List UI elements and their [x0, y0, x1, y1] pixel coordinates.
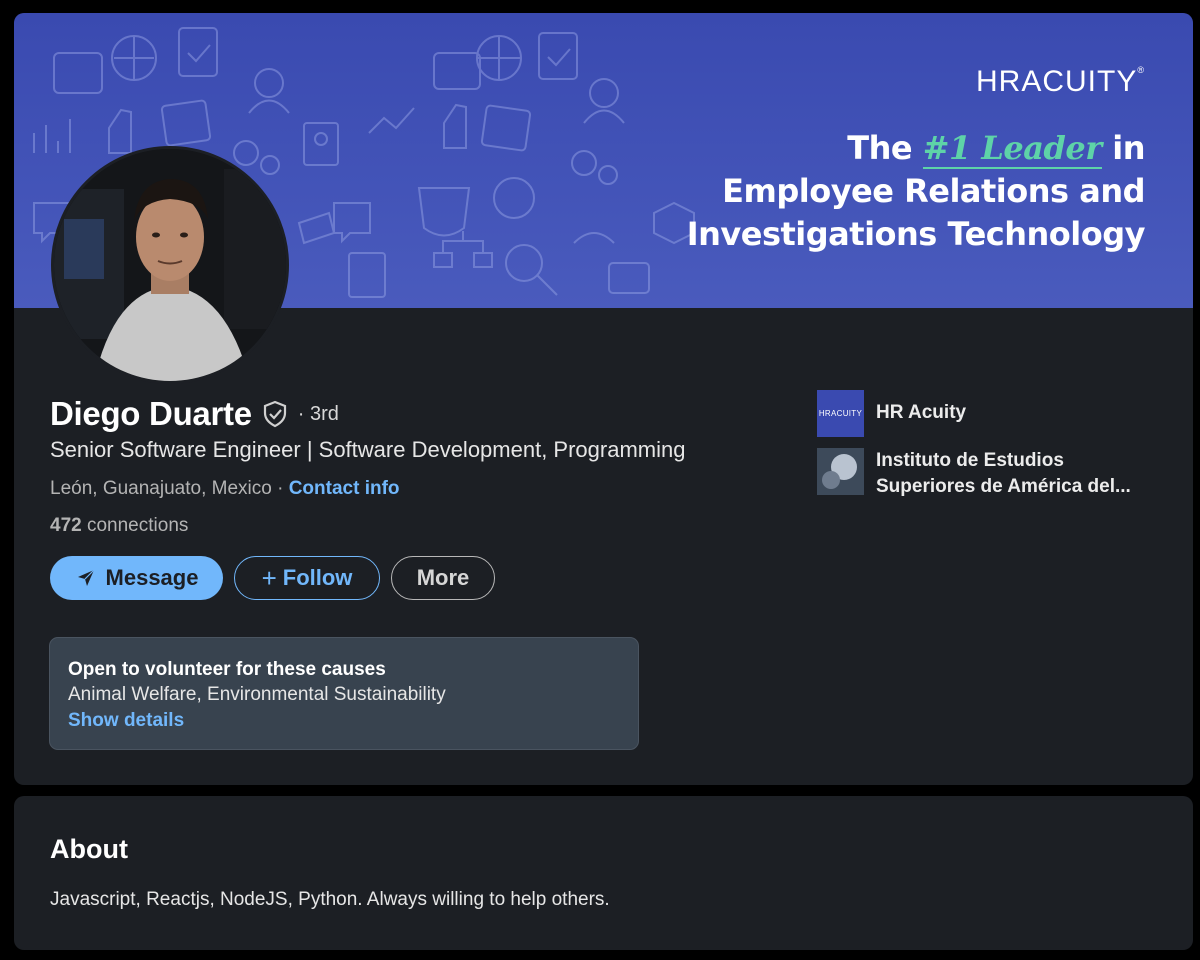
plus-icon: + [261, 562, 277, 593]
volunteer-card: Open to volunteer for these causes Anima… [49, 637, 639, 750]
profile-name: Diego Duarte [50, 395, 252, 432]
location-text: León, Guanajuato, Mexico · [50, 478, 289, 499]
contact-info-link[interactable]: Contact info [289, 478, 400, 499]
volunteer-title: Open to volunteer for these causes [68, 659, 386, 680]
company-name: HR Acuity [876, 402, 967, 423]
profile-headline: Senior Software Engineer | Software Deve… [50, 437, 686, 462]
follow-button[interactable]: + Follow [234, 556, 380, 600]
about-card: About Javascript, Reactjs, NodeJS, Pytho… [14, 796, 1193, 950]
message-button[interactable]: Message [50, 556, 223, 600]
tagline-highlight: #1 Leader [922, 129, 1102, 169]
send-icon [77, 569, 94, 586]
shield-check-icon[interactable] [260, 399, 290, 429]
volunteer-causes: Animal Welfare, Environmental Sustainabi… [68, 684, 446, 705]
school-logo-icon [817, 448, 864, 495]
hr-acuity-company-logo: HRACUITY [817, 390, 864, 437]
show-details-link[interactable]: Show details [68, 707, 620, 734]
name-row: Diego Duarte · 3rd [50, 395, 339, 433]
avatar[interactable] [51, 146, 289, 384]
connections-count[interactable]: 472 connections [50, 515, 188, 537]
about-title: About [50, 834, 128, 864]
more-button[interactable]: More [391, 556, 495, 600]
education-school[interactable]: Instituto de Estudios Superiores de Amér… [817, 448, 1166, 500]
profile-card: HRACUITY® The #1 Leader in Employee Rela… [14, 13, 1193, 785]
school-name: Instituto de Estudios Superiores de Amér… [876, 450, 1131, 497]
experience-company[interactable]: HRACUITY HR Acuity [817, 390, 1166, 437]
hr-acuity-logo: HRACUITY® [976, 65, 1145, 98]
banner-tagline: The #1 Leader in Employee Relations and … [686, 129, 1146, 253]
connection-degree: · 3rd [297, 402, 339, 425]
location-row: León, Guanajuato, Mexico · Contact info [50, 478, 400, 500]
about-text: Javascript, Reactjs, NodeJS, Python. Alw… [50, 889, 610, 910]
